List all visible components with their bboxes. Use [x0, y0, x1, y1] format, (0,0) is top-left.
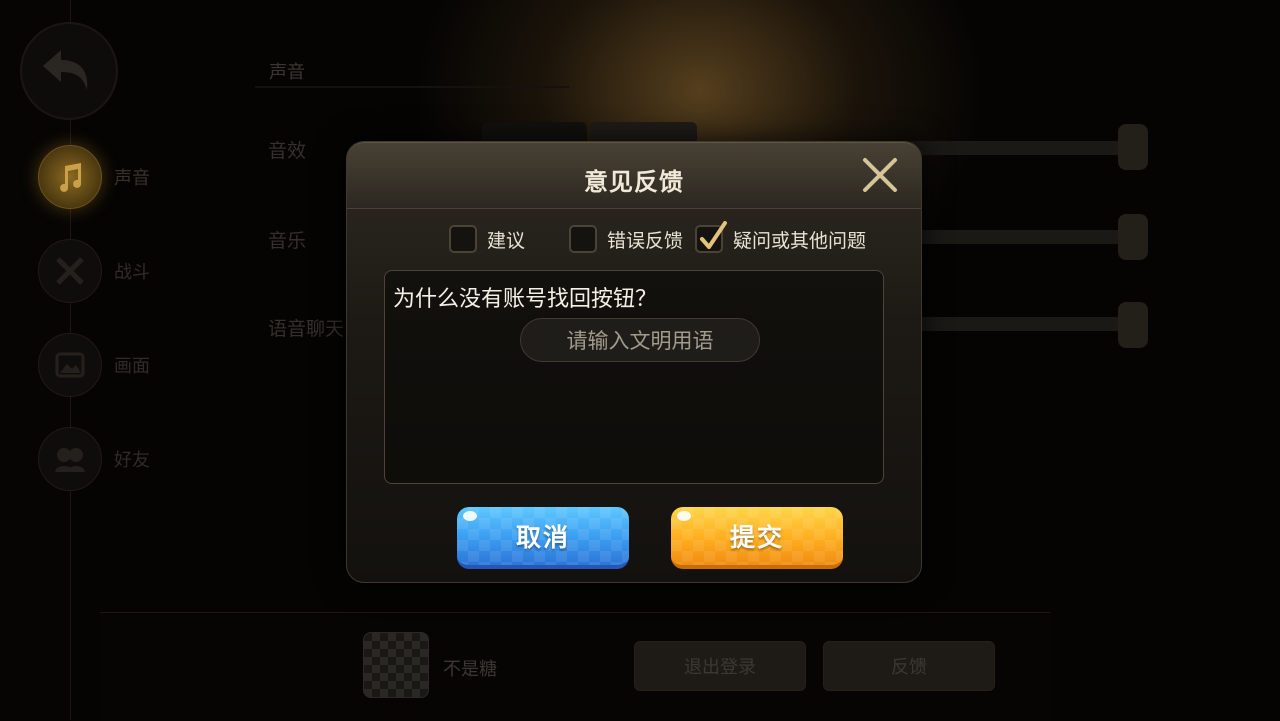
friends-icon [38, 427, 102, 491]
close-icon [863, 158, 897, 192]
sfx-slider-knob[interactable] [1118, 124, 1148, 170]
user-name: 不是糖 [443, 659, 497, 680]
feedback-textarea[interactable]: 为什么没有账号找回按钮？ 请输入文明用语 [384, 270, 884, 484]
avatar[interactable] [363, 632, 429, 698]
feedback-input-text: 为什么没有账号找回按钮？ [393, 287, 658, 312]
logout-button[interactable]: 退出登录 [634, 641, 806, 691]
option-label: 疑问或其他问题 [733, 229, 867, 252]
gloss-highlight [677, 511, 691, 521]
nav-item-battle[interactable]: 战斗 [38, 239, 150, 303]
back-arrow-icon [43, 50, 88, 90]
close-button[interactable] [861, 156, 899, 194]
cancel-button[interactable]: 取消 [457, 507, 629, 569]
row-label-voice-chat: 语音聊天 [268, 318, 345, 340]
nav-item-sound[interactable]: 声音 [38, 145, 150, 209]
nav-label: 战斗 [114, 262, 150, 283]
nav-label: 好友 [114, 450, 150, 471]
music-note-icon [38, 145, 102, 209]
cancel-label: 取消 [515, 523, 570, 552]
nav-label: 画面 [114, 356, 150, 377]
image-icon [38, 333, 102, 397]
checkmark-icon [700, 221, 727, 249]
music-slider-knob[interactable] [1118, 214, 1148, 260]
voice-slider-knob[interactable] [1118, 302, 1148, 348]
feedback-button[interactable]: 反馈 [823, 641, 995, 691]
row-label-music: 音乐 [268, 230, 307, 252]
option-label: 错误反馈 [607, 229, 684, 252]
dialog-title: 意见反馈 [584, 168, 684, 196]
feedback-dialog: 意见反馈 建议 错误反馈 疑问或其他问题 为什么没有账号找回按钮？ 请输入文明用… [346, 141, 922, 583]
section-title: 声音 [255, 58, 569, 88]
nav-label: 声音 [114, 168, 150, 189]
music-slider-track[interactable] [905, 230, 1130, 244]
submit-button[interactable]: 提交 [671, 507, 843, 569]
option-question-other[interactable]: 疑问或其他问题 [695, 221, 867, 253]
nav-item-graphics[interactable]: 画面 [38, 333, 150, 397]
option-label: 建议 [487, 229, 526, 252]
nav-item-friends[interactable]: 好友 [38, 427, 150, 491]
checkbox[interactable] [569, 225, 597, 253]
option-bug-report[interactable]: 错误反馈 [569, 225, 683, 253]
civility-hint-toast: 请输入文明用语 [520, 318, 760, 362]
crossed-swords-icon [38, 239, 102, 303]
checkbox-checked[interactable] [695, 221, 727, 253]
sfx-slider-track[interactable] [905, 141, 1130, 155]
row-label-sfx: 音效 [268, 140, 307, 162]
option-suggestion[interactable]: 建议 [449, 225, 525, 253]
feedback-type-options: 建议 错误反馈 疑问或其他问题 [347, 221, 921, 257]
checkbox[interactable] [449, 225, 477, 253]
gloss-highlight [463, 511, 477, 521]
back-button[interactable] [20, 22, 118, 120]
submit-label: 提交 [729, 523, 784, 552]
voice-slider-track[interactable] [905, 317, 1130, 331]
